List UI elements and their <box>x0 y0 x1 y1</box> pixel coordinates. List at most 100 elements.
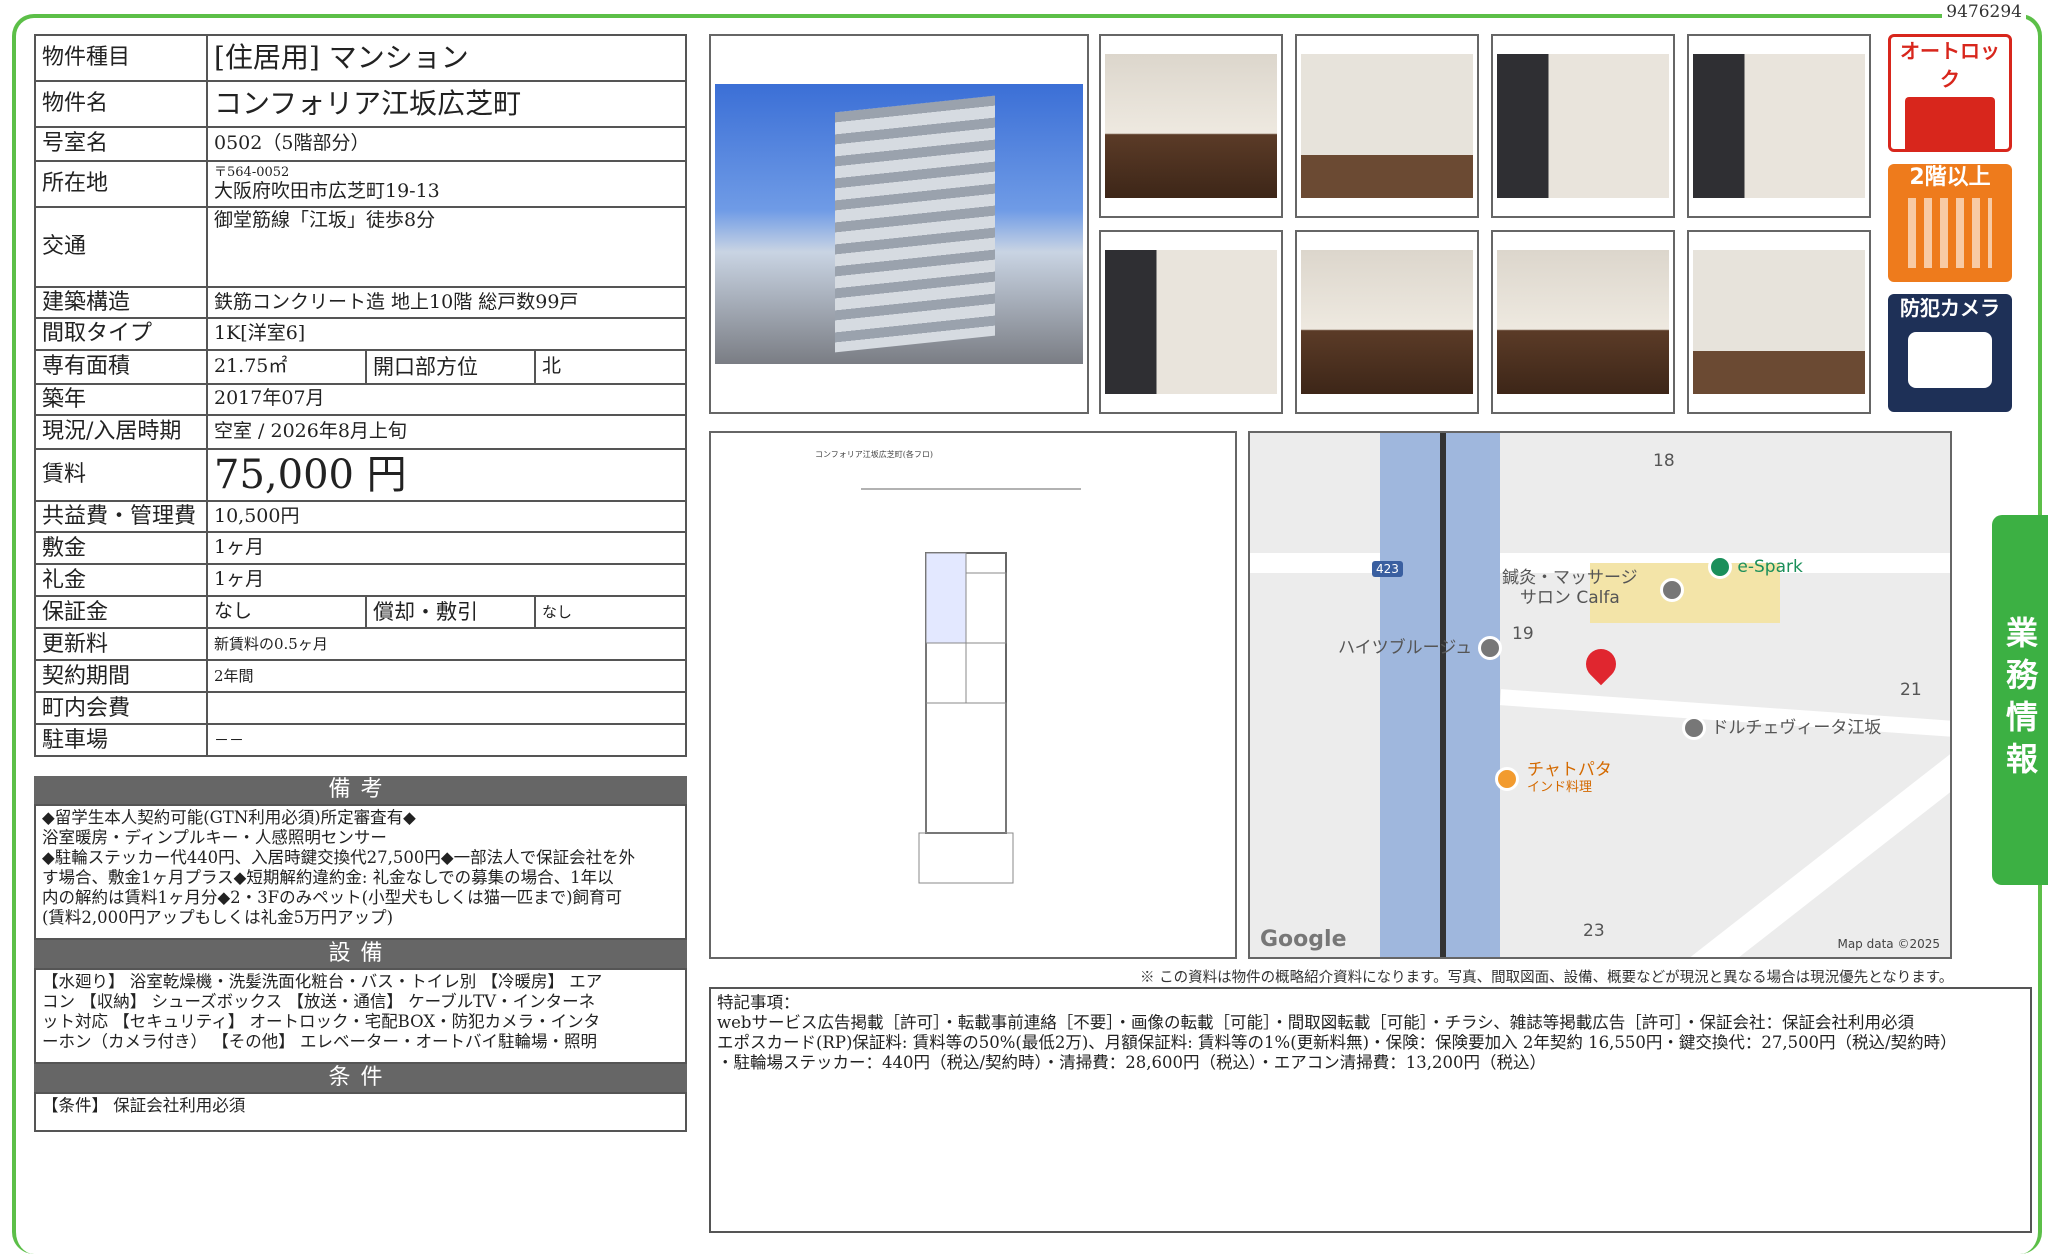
remarks-line: ◆留学生本人契約可能(GTN利用必須)所定審査有◆ <box>42 808 416 827</box>
building-exterior-photo[interactable] <box>709 34 1089 414</box>
renewal-label: 更新料 <box>34 627 208 662</box>
location-map[interactable]: 18 19 21 23 423 e-Spark 鍼灸・マッサージ サロン Calf… <box>1248 431 1952 959</box>
poi-calfa[interactable]: 鍼灸・マッサージ サロン Calfa <box>1502 568 1638 608</box>
map-attribution: Map data ©2025 <box>1837 937 1940 951</box>
type-value: [住居用] マンション <box>206 34 687 82</box>
special-notes: 特記事項： webサービス広告掲載［許可］・転載事前連絡［不要］・画像の転載［可… <box>709 987 2032 1233</box>
guarantee-value: なし <box>206 595 367 630</box>
camera-badge-label: 防犯カメラ <box>1900 296 2000 320</box>
parking-value: －－ <box>206 723 687 758</box>
parking-label: 駐車場 <box>34 723 208 758</box>
key-money-label: 礼金 <box>34 563 208 598</box>
washroom-photo[interactable] <box>1687 34 1871 218</box>
fee-label: 共益費・管理費 <box>34 499 208 534</box>
poi-espark[interactable]: e-Spark <box>1708 555 1803 579</box>
town-fee-label: 町内会費 <box>34 691 208 726</box>
security-camera-badge: 防犯カメラ <box>1888 294 2012 412</box>
poi-chatpata[interactable]: チャトパタ インド料理 <box>1495 761 1612 797</box>
access-label: 交通 <box>34 206 208 288</box>
floor-plan-drawing <box>861 488 1081 884</box>
block-label: 23 <box>1583 921 1605 941</box>
poi-dolce[interactable]: ドルチェヴィータ江坂 <box>1682 713 1881 740</box>
conditions-body: 【条件】 保証会社利用必須 <box>34 1092 687 1132</box>
floor-plan[interactable]: コンフォリア江坂広芝町(各フロ) <box>709 431 1237 959</box>
name-value: コンフォリア江坂広芝町 <box>206 80 687 128</box>
layout-label: 間取タイプ <box>34 317 208 351</box>
camera-icon <box>1908 332 1992 388</box>
location-pin-icon <box>1579 642 1623 686</box>
toilet-photo[interactable] <box>1099 230 1283 414</box>
room-value: 0502（5階部分） <box>206 126 687 162</box>
area-label: 専有面積 <box>34 348 208 385</box>
special-notes-title: 特記事項： <box>717 993 800 1012</box>
document-id: 9476294 <box>1942 2 2026 22</box>
address-value: 大阪府吹田市広芝町19-13 <box>214 179 440 202</box>
built-label: 築年 <box>34 382 208 416</box>
key-money-value: 1ヶ月 <box>206 563 687 598</box>
property-info-table: 物件種目 [住居用] マンション 物件名 コンフォリア江坂広芝町 号室名 0502（5… <box>34 34 687 758</box>
conditions-text: 【条件】 保証会社利用必須 <box>42 1096 246 1115</box>
special-notes-line: ・駐輪場ステッカー：440円（税込/契約時）・清掃費：28,600円（税込）・エ… <box>717 1053 1547 1072</box>
equipment-header: 設備 <box>34 940 687 968</box>
disclaimer-note: ※ この資料は物件の概略紹介資料になります。写真、間取図面、設備、概要などが現況… <box>1140 970 1954 986</box>
special-notes-line: エポスカード(RP)保証料: 賃料等の50%(最低2万)、月額保証料: 賃料等の… <box>717 1033 1957 1052</box>
kitchen-hall-photo[interactable] <box>1491 230 1675 414</box>
equipment-line: ット対応 【セキュリティ】 オートロック・宅配BOX・防犯カメラ・インタ <box>42 1012 601 1031</box>
fee-value: 10,500円 <box>206 499 687 534</box>
autolock-badge: オートロック <box>1888 34 2012 152</box>
closet-photo[interactable] <box>1687 230 1871 414</box>
town-fee-value <box>206 691 687 726</box>
floor-plan-title: コンフォリア江坂広芝町(各フロ) <box>815 450 934 459</box>
remarks-line: 浴室暖房・ディンプルキー・人感照明センサー <box>42 828 387 847</box>
block-label: 18 <box>1653 451 1675 471</box>
floor2-badge: 2階以上 <box>1888 164 2012 282</box>
remarks-line: ◆駐輪ステッカー代440円、入居時鍵交換代27,500円◆一部法人で保証会社を外 <box>42 848 636 867</box>
rent-value: 75,000 円 <box>206 447 687 502</box>
built-value: 2017年07月 <box>206 382 687 416</box>
room-photo[interactable] <box>1295 34 1479 218</box>
direction-value: 北 <box>534 348 687 385</box>
floor2-badge-label: 2階以上 <box>1909 165 1991 190</box>
bathroom-photo[interactable] <box>1491 34 1675 218</box>
type-label: 物件種目 <box>34 34 208 82</box>
railway <box>1440 433 1446 957</box>
status-value: 空室 / 2026年8月上旬 <box>206 413 687 450</box>
direction-label: 開口部方位 <box>365 348 536 385</box>
conditions-header: 条件 <box>34 1064 687 1092</box>
deposit-label: 敷金 <box>34 531 208 566</box>
term-label: 契約期間 <box>34 659 208 694</box>
term-value: 2年間 <box>206 659 687 694</box>
zip-code: 〒564-0052 <box>214 164 290 180</box>
equipment-line: ーホン（カメラ付き） 【その他】 エレベーター・オートバイ駐輪場・照明 <box>42 1032 597 1051</box>
equipment-body: 【水廻り】 浴室乾燥機・洗髪洗面化粧台・バス・トイレ別 【冷暖房】 エア コン … <box>34 968 687 1064</box>
deposit-value: 1ヶ月 <box>206 531 687 566</box>
amortization-value: なし <box>534 595 687 630</box>
special-notes-line: webサービス広告掲載［許可］・転載事前連絡［不要］・画像の転載［可能］・間取図… <box>717 1013 1915 1032</box>
status-label: 現況/入居時期 <box>34 413 208 450</box>
room-label: 号室名 <box>34 126 208 162</box>
address-label: 所在地 <box>34 160 208 208</box>
access-value: 御堂筋線「江坂」徒歩8分 <box>206 206 687 288</box>
poi-heights[interactable]: ハイツブルージュ <box>1338 633 1502 660</box>
layout-value: 1K[洋室6] <box>206 317 687 351</box>
guarantee-label: 保証金 <box>34 595 208 630</box>
remarks-header: 備考 <box>34 776 687 804</box>
remarks-line: す場合、敷金1ヶ月プラス◆短期解約違約金: 礼金なしでの募集の場合、1年以 <box>42 868 614 887</box>
building-icon <box>1908 198 1992 268</box>
area-value: 21.75㎡ <box>206 348 367 385</box>
structure-label: 建築構造 <box>34 285 208 320</box>
building-image <box>715 84 1083 364</box>
equipment-line: 【水廻り】 浴室乾燥機・洗髪洗面化粧台・バス・トイレ別 【冷暖房】 エア <box>42 972 603 991</box>
side-tab-business-info[interactable]: 業務情報 <box>1992 515 2048 885</box>
route-shield: 423 <box>1372 561 1403 577</box>
block-label: 21 <box>1900 680 1922 700</box>
renewal-value: 新賃料の0.5ヶ月 <box>206 627 687 662</box>
storage-photo[interactable] <box>1295 230 1479 414</box>
amortization-label: 償却・敷引 <box>365 595 536 630</box>
kitchen-photo[interactable] <box>1099 34 1283 218</box>
google-logo: Google <box>1260 927 1347 952</box>
remarks-body: ◆留学生本人契約可能(GTN利用必須)所定審査有◆ 浴室暖房・ディンプルキー・人… <box>34 804 687 940</box>
remarks-line: (賃料2,000円アップもしくは礼金5万円アップ) <box>42 908 394 927</box>
remarks-line: 内の解約は賃料1ヶ月分◆2・3Fのみペット(小型犬もしくは猫一匹まで)飼育可 <box>42 888 623 907</box>
structure-value: 鉄筋コンクリート造 地上10階 総戸数99戸 <box>206 285 687 320</box>
